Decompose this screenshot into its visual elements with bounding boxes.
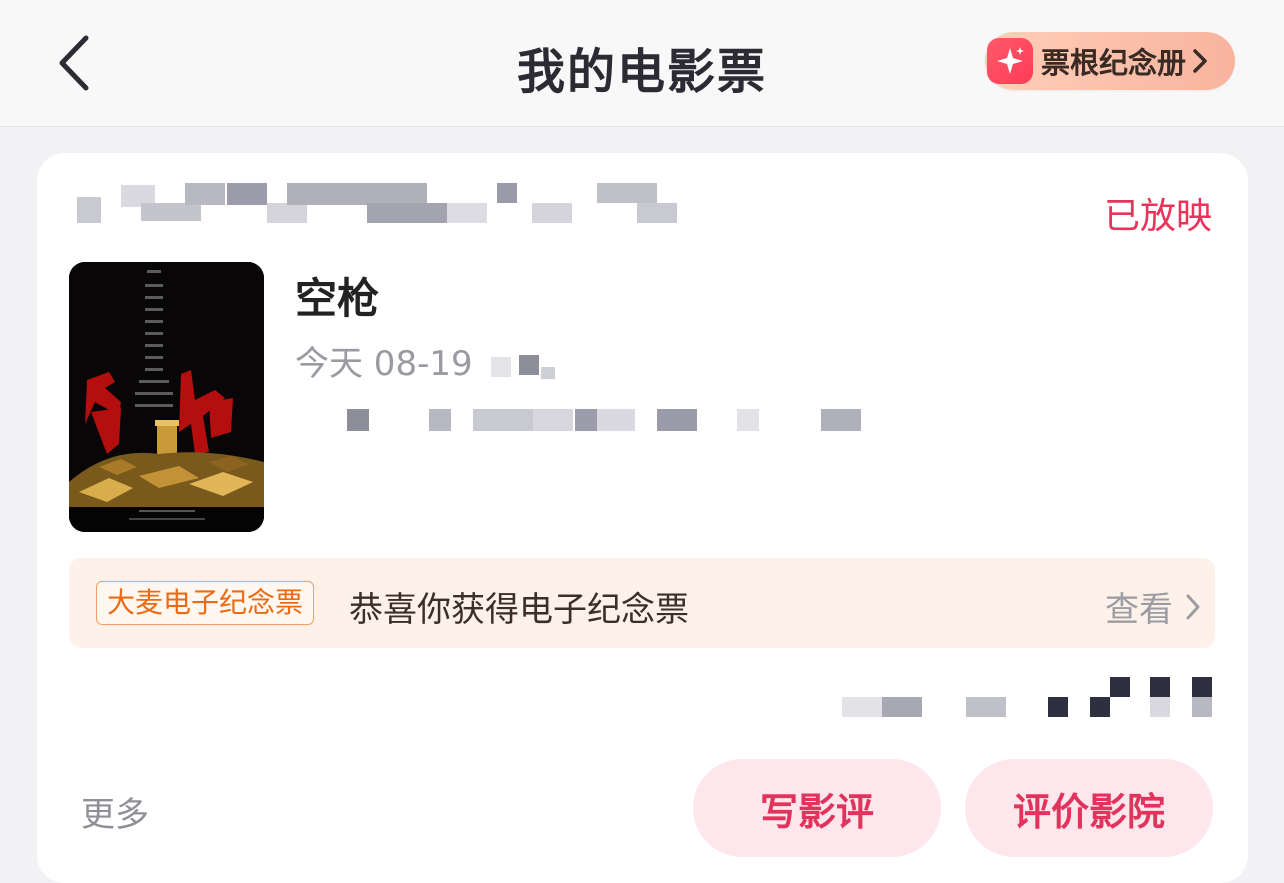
- movie-poster[interactable]: [69, 262, 264, 532]
- chevron-right-icon: [1193, 49, 1207, 73]
- show-time: 今天 08-19: [295, 336, 573, 385]
- souvenir-badge: 大麦电子纪念票: [96, 581, 315, 625]
- view-label: 查看: [1105, 590, 1173, 630]
- chevron-right-icon: [1186, 594, 1200, 619]
- view-souvenir-link[interactable]: 查看: [1105, 582, 1201, 631]
- show-time-redacted: [483, 351, 573, 381]
- souvenir-message: 恭喜你获得电子纪念票: [349, 590, 689, 630]
- movie-title[interactable]: 空枪: [295, 265, 379, 326]
- show-time-text: 今天 08-19: [295, 344, 473, 384]
- ticket-album-button[interactable]: 票根纪念册: [985, 32, 1235, 90]
- souvenir-ticket-banner[interactable]: 大麦电子纪念票 恭喜你获得电子纪念票 查看: [69, 558, 1215, 648]
- navigation-bar: 我的电影票 票根纪念册: [0, 0, 1284, 127]
- cinema-name-redacted: [77, 183, 677, 225]
- sparkle-ticket-icon: [987, 38, 1033, 84]
- more-button[interactable]: 更多: [81, 787, 149, 836]
- ticket-card[interactable]: 已放映 空枪 今天 08-19 大麦电子纪念票 恭喜你获得电子纪念票 查看 更多…: [37, 153, 1248, 883]
- seat-info-redacted: [307, 403, 907, 433]
- status-badge: 已放映: [1103, 196, 1212, 237]
- poster-artwork: [69, 262, 264, 532]
- write-review-button[interactable]: 写影评: [693, 759, 941, 857]
- rate-cinema-button[interactable]: 评价影院: [965, 759, 1213, 857]
- ticket-album-label: 票根纪念册: [1041, 46, 1187, 80]
- order-info-redacted: [842, 675, 1222, 719]
